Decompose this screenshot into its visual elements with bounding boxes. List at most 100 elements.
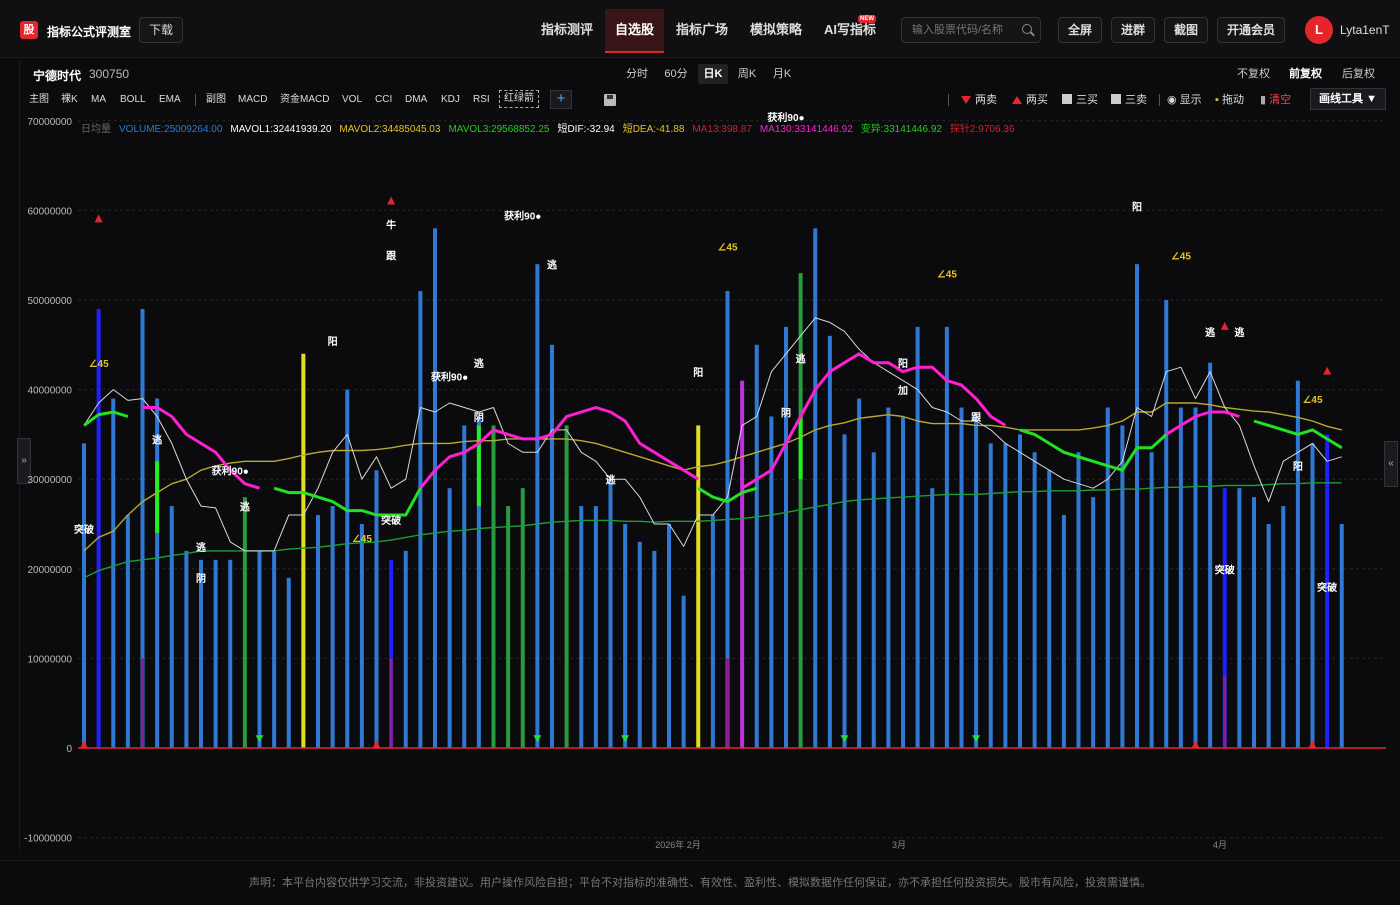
- sell-signal-icon: [533, 735, 542, 743]
- volume-bar: [462, 425, 467, 748]
- volume-bar: [199, 559, 203, 748]
- volume-bar: [169, 506, 174, 748]
- volume-bar: [242, 497, 247, 748]
- volume-bar: [813, 228, 818, 748]
- chart-annotation: 跟: [971, 412, 982, 424]
- chart-annotation: 跟: [386, 251, 397, 263]
- chart-annotation: ∠45: [937, 270, 958, 281]
- volume-bar: [359, 524, 364, 748]
- volume-bar: [1135, 264, 1139, 748]
- volume-bar: [681, 595, 686, 748]
- chart-annotation: ∠45: [1171, 252, 1192, 263]
- volume-bar: [696, 425, 701, 748]
- volume-bar: [1120, 425, 1125, 748]
- volume-inner-bar: [389, 658, 393, 748]
- legend-item: MA13:398.87: [692, 124, 752, 135]
- volume-bar: [345, 389, 350, 748]
- x-tick-label: 4月: [1213, 840, 1227, 850]
- y-tick-label: 20000000: [28, 565, 73, 576]
- volume-bar: [871, 452, 876, 748]
- chart-annotation: 逃: [474, 357, 485, 370]
- y-tick-label: 30000000: [28, 475, 73, 486]
- chart-annotation: 阳: [1132, 201, 1142, 213]
- volume-bar: [447, 488, 452, 748]
- y-tick-label: 50000000: [28, 296, 73, 307]
- chart-annotation: ∠45: [717, 243, 738, 254]
- chart-annotation: 逃: [796, 353, 807, 366]
- volume-bar: [1047, 470, 1052, 748]
- chart-annotation: 逃: [606, 474, 617, 487]
- y-tick-label: 70000000: [28, 117, 73, 128]
- volume-bar: [520, 488, 525, 748]
- volume-bar: [111, 398, 116, 748]
- chart-annotation: 获利90●: [211, 465, 249, 478]
- volume-bar: [125, 515, 130, 748]
- legend-item: MAVOL3:29568852.25: [448, 124, 549, 135]
- y-tick-label: -10000000: [24, 834, 72, 845]
- signal-bar: [476, 425, 481, 507]
- volume-bar: [96, 308, 101, 748]
- volume-bar: [593, 506, 598, 748]
- volume-bar: [1266, 524, 1271, 748]
- buy-signal-icon: [1220, 321, 1229, 330]
- sell-signal-icon: [972, 735, 981, 743]
- chart-annotation: 逃: [1234, 326, 1245, 339]
- volume-inner-bar: [141, 658, 144, 748]
- volume-bar: [418, 291, 423, 748]
- chart-annotation: 逃: [547, 259, 558, 272]
- volume-bar: [1164, 300, 1169, 748]
- volume-bar: [1003, 443, 1008, 748]
- sell-signal-icon: [621, 735, 630, 743]
- legend-item: 探针2:9706.36: [950, 122, 1015, 135]
- buy-signal-icon: [372, 740, 381, 749]
- chart-annotation: 牛: [386, 218, 396, 231]
- volume-bar: [959, 407, 964, 748]
- volume-inner-bar: [726, 658, 729, 748]
- sell-signal-icon: [255, 735, 264, 743]
- volume-bar: [1076, 452, 1081, 748]
- chart-annotation: ∠45: [352, 534, 373, 545]
- buy-signal-icon: [94, 214, 103, 223]
- chart-annotation: ∠45: [89, 359, 110, 370]
- volume-bar: [330, 506, 335, 748]
- volume-bar: [930, 488, 935, 748]
- volume-bar: [652, 550, 657, 748]
- volume-bar: [374, 470, 379, 748]
- chart-annotation: 阴: [781, 407, 791, 419]
- x-tick-label: 3月: [892, 840, 906, 850]
- volume-bar: [155, 398, 160, 748]
- volume-bar: [974, 416, 979, 748]
- volume-bar: [784, 326, 788, 748]
- legend-item: 短DIF:-32.94: [557, 122, 615, 135]
- chart-annotation: 阳: [328, 336, 338, 348]
- volume-bar: [637, 541, 642, 748]
- buy-signal-icon: [1191, 740, 1200, 749]
- volume-chart[interactable]: 70000000 60000000 50000000 40000000 30000000…: [0, 0, 1400, 860]
- chart-annotation: 阴: [196, 573, 206, 585]
- volume-bar: [564, 425, 569, 748]
- chart-annotation: 突破: [381, 514, 401, 527]
- volume-bar: [272, 550, 277, 748]
- volume-bar: [842, 434, 847, 748]
- volume-bar: [82, 443, 86, 748]
- volume-bar: [988, 443, 993, 748]
- y-tick-label: 10000000: [28, 654, 73, 665]
- volume-bar: [667, 524, 671, 748]
- buy-signal-icon: [387, 196, 396, 205]
- volume-bar: [1193, 407, 1198, 748]
- buy-signal-icon: [80, 740, 88, 749]
- legend-item: 变异:33141446.92: [861, 122, 943, 135]
- volume-bar: [1061, 515, 1066, 748]
- chart-annotation: 逃: [240, 501, 251, 514]
- x-tick-label: 2026年 2月: [655, 839, 701, 850]
- volume-bar: [901, 416, 905, 748]
- chart-annotation: 阳: [693, 367, 703, 379]
- volume-bar: [403, 550, 408, 748]
- volume-bar: [257, 550, 262, 748]
- volume-bar: [1032, 452, 1037, 748]
- sell-signal-icon: [840, 735, 849, 743]
- buy-signal-icon: [1308, 740, 1317, 749]
- volume-bar: [623, 524, 628, 748]
- legend-item: 日均量: [81, 123, 111, 135]
- volume-bar: [710, 515, 715, 748]
